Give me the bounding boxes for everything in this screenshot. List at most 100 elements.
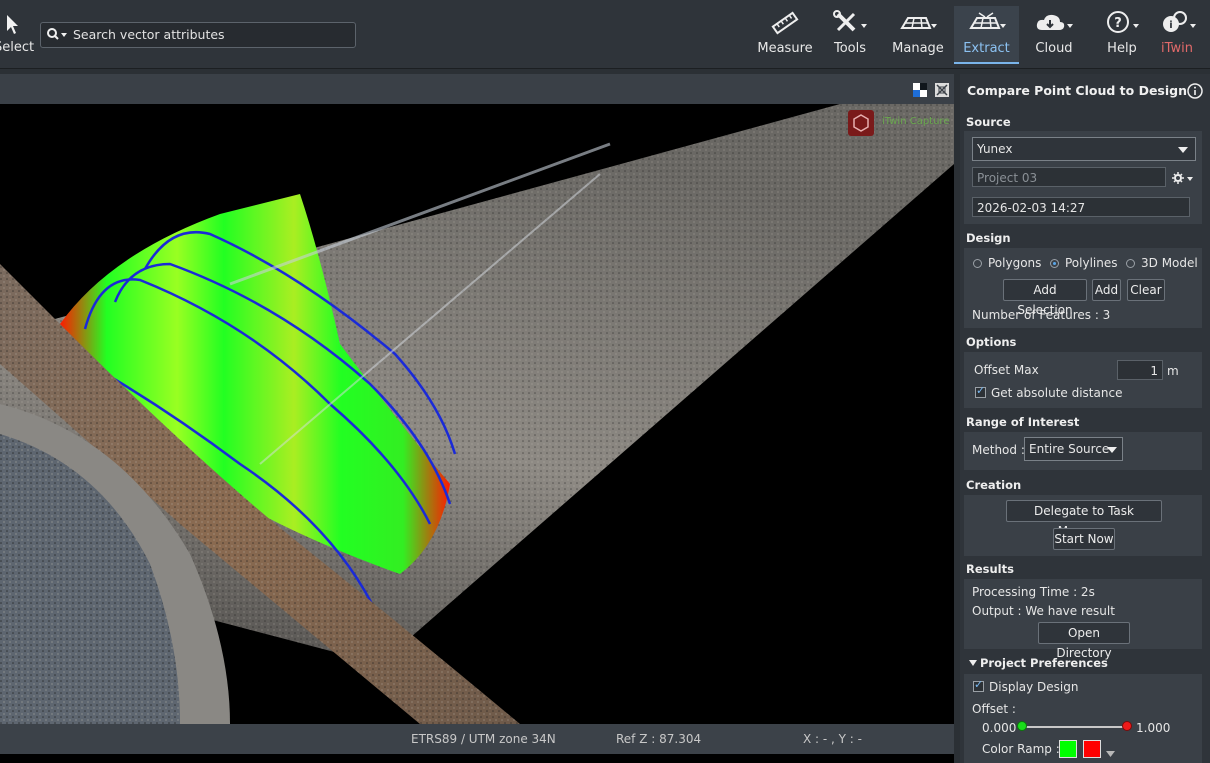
open-directory-button[interactable]: Open Directory (1038, 622, 1130, 660)
creation-box: Delegate to Task Manager Start Now (964, 495, 1202, 556)
results-header: Results (966, 562, 1014, 576)
source-selected-value: Yunex (977, 142, 1013, 156)
status-ref-z: Ref Z : 87.304 (616, 732, 702, 746)
display-design-checkbox[interactable] (973, 678, 984, 692)
main-toolbar: Select Search vector attributes Measure (0, 0, 1210, 69)
add-button[interactable]: Add (1092, 279, 1121, 301)
triangle-down-icon[interactable] (1106, 750, 1115, 758)
help-button[interactable]: ? Help (1100, 6, 1144, 64)
number-of-features: Number of Features : 3 (972, 308, 1111, 322)
method-select[interactable]: Entire Source (1024, 437, 1123, 461)
extract-label: Extract (963, 41, 1010, 56)
offset-max-label: Offset Max (974, 363, 1039, 377)
tools-button[interactable]: Tools (826, 6, 874, 64)
cloud-label: Cloud (1035, 41, 1073, 56)
offset-max-unit: m (1167, 364, 1179, 378)
radio-polygons[interactable] (973, 259, 982, 268)
preferences-box: Display Design Offset : 0.000 1.000 Colo… (964, 674, 1202, 763)
cursor-arrow-icon (7, 15, 18, 34)
extract-grid-icon (968, 12, 1006, 29)
fullscreen-icon[interactable] (934, 82, 950, 98)
color-ramp-end-swatch[interactable] (1083, 740, 1101, 758)
range-header: Range of Interest (966, 415, 1080, 429)
grid-manage-icon (900, 17, 937, 29)
datetime-value: 2026-02-03 14:27 (977, 201, 1086, 215)
radio-polylines[interactable] (1050, 259, 1059, 268)
creation-header: Creation (966, 478, 1022, 492)
triangle-down-icon[interactable] (969, 659, 977, 667)
chevron-down-icon (1178, 147, 1188, 153)
help-label: Help (1107, 41, 1137, 56)
itwin-capture-logo-icon (848, 110, 874, 136)
display-design-label: Display Design (989, 680, 1079, 694)
absolute-distance-label: Get absolute distance (991, 386, 1123, 400)
gear-icon[interactable] (1172, 171, 1194, 185)
datetime-field[interactable]: 2026-02-03 14:27 (972, 197, 1190, 217)
cloud-button[interactable]: Cloud (1030, 6, 1078, 64)
project-input[interactable]: Project 03 (972, 167, 1166, 187)
start-now-button[interactable]: Start Now (1053, 528, 1115, 550)
itwin-capture-logo-text: iTwin Capture (882, 116, 950, 127)
design-header: Design (966, 231, 1011, 245)
color-ramp-start-swatch[interactable] (1059, 740, 1077, 758)
svg-text:i: i (1169, 20, 1172, 31)
compare-point-cloud-panel: Compare Point Cloud to Design Source Yun… (960, 74, 1210, 763)
wrench-screwdriver-icon (833, 10, 867, 32)
3d-viewport[interactable]: iTwin Capture ETRS89 / UTM zone 34N Ref … (0, 74, 954, 763)
project-placeholder: Project 03 (977, 171, 1038, 185)
radio-polylines-label: Polylines (1065, 256, 1118, 270)
viewport-header (0, 74, 954, 104)
itwin-button[interactable]: i iTwin (1154, 6, 1200, 64)
options-box: Offset Max 1 m Get absolute distance (964, 352, 1202, 408)
results-box: Processing Time : 2s Output : We have re… (964, 579, 1202, 660)
source-header: Source (966, 115, 1011, 129)
slider-max-handle[interactable] (1122, 721, 1132, 731)
slider-min-handle[interactable] (1017, 721, 1027, 731)
color-ramp-label: Color Ramp : (982, 742, 1060, 756)
source-box: Yunex Project 03 2026-02-03 14:27 (964, 131, 1202, 224)
clear-button[interactable]: Clear (1127, 279, 1165, 301)
range-box: Method : Entire Source (964, 432, 1202, 470)
tools-label: Tools (833, 41, 867, 56)
add-selection-button[interactable]: Add Selection (1003, 279, 1087, 317)
search-icon (47, 28, 67, 40)
options-header: Options (966, 335, 1017, 349)
split-view-icon[interactable] (912, 82, 928, 98)
cloud-icon (1036, 14, 1073, 30)
measure-button[interactable]: Measure (756, 6, 814, 64)
absolute-distance-checkbox[interactable] (975, 384, 986, 398)
method-selected-value: Entire Source (1029, 442, 1110, 456)
source-select[interactable]: Yunex (972, 137, 1196, 161)
output-status: Output : We have result (972, 604, 1115, 618)
processing-time: Processing Time : 2s (972, 585, 1095, 599)
offset-range-slider[interactable] (1017, 721, 1132, 731)
viewport-status-bar: ETRS89 / UTM zone 34N Ref Z : 87.304 X :… (0, 724, 954, 754)
point-cloud-scene[interactable] (0, 104, 954, 724)
itwin-icon: i (1163, 11, 1196, 32)
delegate-task-manager-button[interactable]: Delegate to Task Manager (1006, 500, 1162, 538)
manage-button[interactable]: Manage (890, 6, 946, 64)
radio-3d-model[interactable] (1126, 259, 1135, 268)
status-crs: ETRS89 / UTM zone 34N (411, 732, 556, 746)
ruler-icon (771, 11, 799, 35)
info-icon[interactable] (1187, 83, 1203, 99)
help-circle-icon: ? (1107, 11, 1139, 33)
offset-max-input[interactable]: 1 (1117, 360, 1163, 380)
offset-max-value: 1.000 (1136, 721, 1171, 735)
measure-label: Measure (757, 41, 813, 56)
radio-polygons-label: Polygons (988, 256, 1042, 270)
radio-3d-model-label: 3D Model (1141, 256, 1198, 270)
select-tool-label: Select (0, 40, 35, 55)
extract-button[interactable]: Extract (954, 6, 1019, 64)
offset-label: Offset : (972, 702, 1016, 716)
manage-label: Manage (892, 41, 944, 56)
search-vector-attributes-input[interactable]: Search vector attributes (40, 22, 356, 48)
select-tool-button[interactable]: Select (0, 8, 34, 60)
offset-min-value: 0.000 (982, 721, 1017, 735)
status-coords: X : - , Y : - (803, 732, 862, 746)
svg-text:?: ? (1114, 16, 1122, 31)
project-preferences-header: Project Preferences (980, 656, 1108, 670)
design-box: Polygons Polylines 3D Model Add Selectio… (964, 248, 1202, 328)
itwin-label: iTwin (1161, 41, 1193, 56)
panel-title: Compare Point Cloud to Design (967, 83, 1188, 98)
